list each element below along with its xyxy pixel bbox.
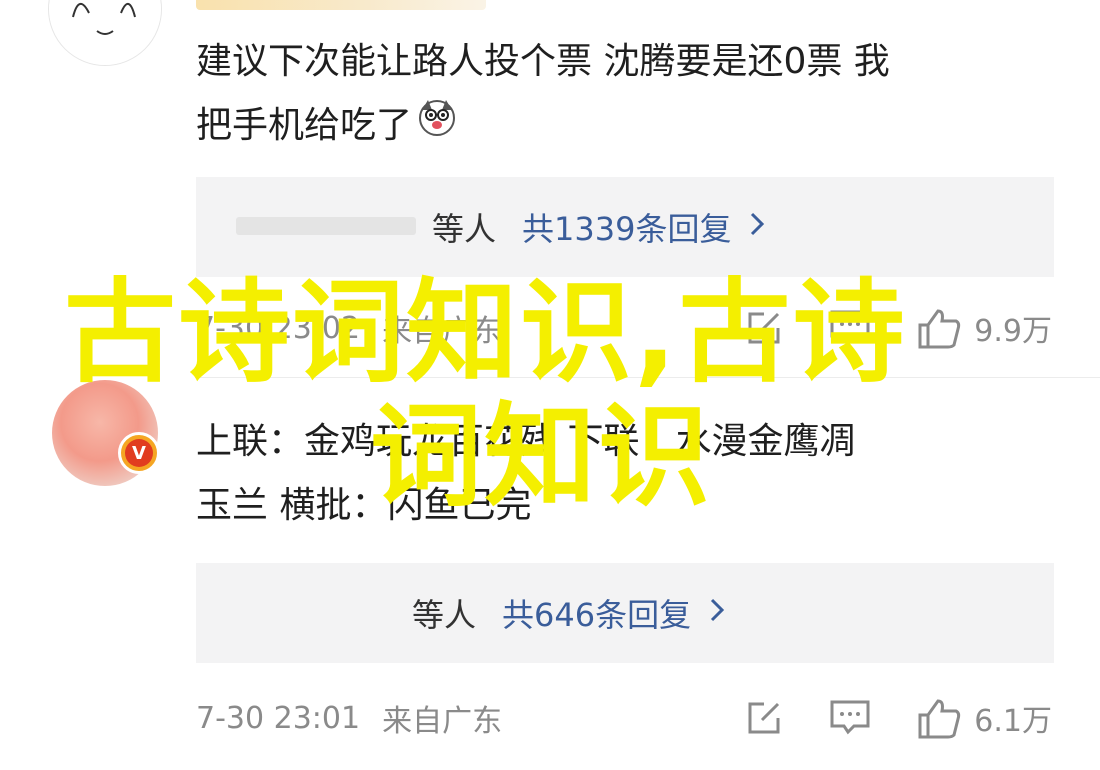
like-button[interactable]: 6.1万 bbox=[916, 696, 1052, 740]
like-count: 9.9万 bbox=[974, 314, 1052, 349]
hidden-reply-names bbox=[236, 217, 416, 235]
user-avatar-icon bbox=[49, 0, 161, 65]
comment-icon[interactable] bbox=[828, 698, 872, 738]
comment-text: 建议下次能让路人投个票 沈腾要是还0票 我 把手机给吃了 bbox=[196, 30, 1076, 159]
reply-count-link[interactable]: 共1339条回复 bbox=[522, 204, 731, 250]
reply-names: 等人 bbox=[412, 596, 477, 634]
chevron-right-icon bbox=[749, 210, 765, 245]
verified-badge-icon: V bbox=[118, 432, 160, 474]
thumbs-up-icon bbox=[918, 699, 961, 739]
location: 来自广东 bbox=[382, 704, 503, 739]
comment-meta: 7-30 23:01 来自广东 6.1万 bbox=[196, 688, 1052, 748]
like-count: 6.1万 bbox=[974, 704, 1052, 739]
reply-count-link[interactable]: 共646条回复 bbox=[502, 590, 691, 636]
reply-summary[interactable]: 等人 共646条回复 bbox=[196, 563, 1054, 663]
avatar[interactable] bbox=[48, 0, 162, 66]
reply-summary[interactable]: 等人 共1339条回复 bbox=[196, 177, 1054, 277]
watermark-text: 古诗词知识,古诗 bbox=[64, 268, 907, 398]
watermark-text: 词知识 bbox=[370, 392, 712, 522]
username-faded[interactable] bbox=[196, 0, 486, 10]
chevron-right-icon bbox=[709, 596, 725, 631]
thumbs-up-icon bbox=[918, 309, 961, 349]
like-button[interactable]: 9.9万 bbox=[916, 306, 1052, 350]
dog-face-emoji-icon bbox=[416, 95, 458, 159]
reply-names: 等人 bbox=[432, 210, 497, 248]
share-icon[interactable] bbox=[744, 698, 784, 738]
timestamp: 7-30 23:01 bbox=[196, 700, 361, 736]
